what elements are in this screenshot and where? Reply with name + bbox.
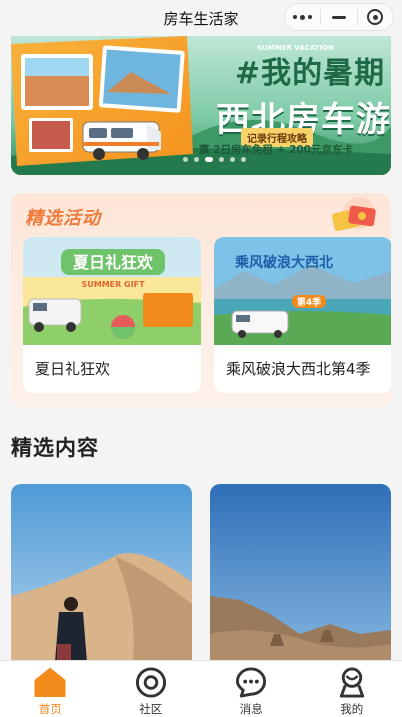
activity-image-summer-gift: 夏日礼狂欢 SUMMER GIFT xyxy=(23,237,201,345)
activities-carousel: 夏日礼狂欢 SUMMER GIFT 夏日礼狂欢 乘风破浪大西北 第4季 乘风破浪… xyxy=(23,237,391,393)
activity-image-caption: SUMMER GIFT xyxy=(81,280,145,289)
hero-banner[interactable]: SUMMER VACATION #我的暑期 西北房车游 记录行程攻略 赢 2日房… xyxy=(11,36,391,175)
activity-image-title: 夏日礼狂欢 xyxy=(72,253,154,272)
community-icon xyxy=(135,667,166,698)
more-button[interactable] xyxy=(285,4,320,30)
pager-dot[interactable] xyxy=(194,157,199,162)
content-card[interactable] xyxy=(11,484,192,674)
gift-envelope-icon xyxy=(331,197,376,231)
activity-card[interactable]: 乘风破浪大西北 第4季 乘风破浪大西北第4季 xyxy=(214,237,391,393)
activity-card[interactable]: 夏日礼狂欢 SUMMER GIFT 夏日礼狂欢 xyxy=(23,237,201,393)
pager-dot[interactable] xyxy=(183,157,188,162)
activities-title: 精选活动 xyxy=(25,208,101,229)
bottom-tab-bar: 首页 社区 消息 我的 xyxy=(0,660,402,717)
featured-activities-panel: 精选活动 夏日礼狂欢 SUMMER GIFT 夏日礼狂欢 乘风破浪大西北 第4季… xyxy=(11,193,391,407)
tab-community[interactable]: 社区 xyxy=(101,661,202,717)
banner-promo: 赢 2日房车免租 + 200元京东卡 xyxy=(199,144,353,156)
pager-dot[interactable] xyxy=(230,157,235,162)
activity-image-caption: 第4季 xyxy=(297,296,322,308)
banner-pager xyxy=(183,157,246,162)
top-nav-bar: 房车生活家 xyxy=(0,0,402,36)
banner-hashtag-title: #我的暑期 xyxy=(235,56,386,91)
tab-label: 我的 xyxy=(340,702,364,716)
activity-card-label: 乘风破浪大西北第4季 xyxy=(226,360,371,378)
content-image-desert xyxy=(11,484,192,674)
content-section-title: 精选内容 xyxy=(11,436,99,460)
tab-home[interactable]: 首页 xyxy=(0,661,101,717)
home-icon xyxy=(34,667,66,698)
message-icon xyxy=(236,667,267,698)
activity-card-label: 夏日礼狂欢 xyxy=(35,360,111,378)
tab-messages[interactable]: 消息 xyxy=(201,661,302,717)
mini-program-capsule xyxy=(284,3,394,31)
activity-image-northwest-trip: 乘风破浪大西北 第4季 xyxy=(214,237,391,345)
close-button[interactable] xyxy=(358,4,393,30)
minimize-icon xyxy=(331,15,346,19)
minimize-button[interactable] xyxy=(321,4,356,30)
pager-dot[interactable] xyxy=(241,157,246,162)
tab-label: 消息 xyxy=(239,702,263,716)
pager-dot[interactable] xyxy=(205,157,213,162)
content-card[interactable] xyxy=(210,484,391,674)
activity-image-title: 乘风破浪大西北 xyxy=(234,254,333,271)
close-target-icon xyxy=(367,9,384,25)
tab-label: 社区 xyxy=(139,702,163,716)
profile-icon xyxy=(339,667,364,698)
content-image-ruins xyxy=(210,484,391,674)
pager-dot[interactable] xyxy=(219,157,224,162)
tab-profile[interactable]: 我的 xyxy=(302,661,402,717)
tab-label: 首页 xyxy=(38,702,62,716)
more-dots-icon xyxy=(293,14,313,20)
